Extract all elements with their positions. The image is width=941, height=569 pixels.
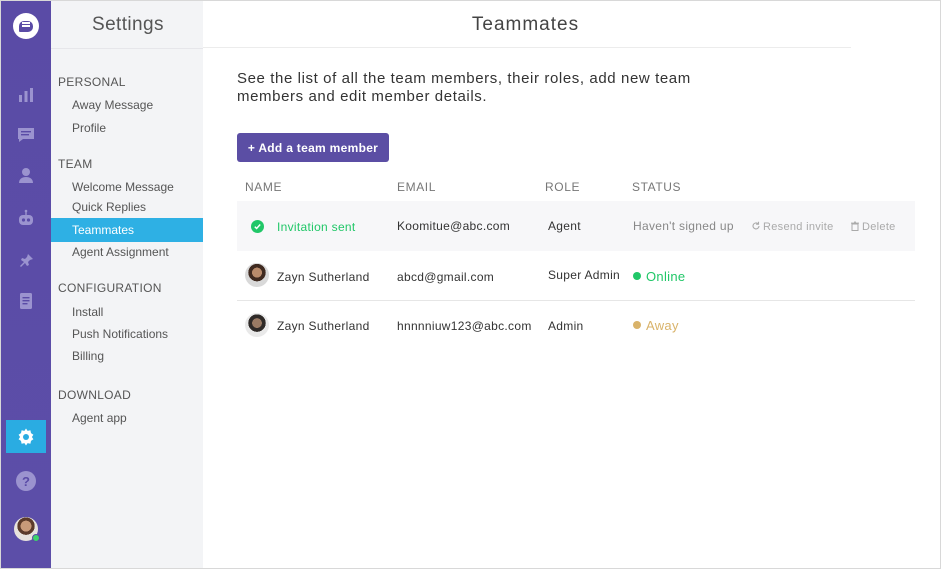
- main-content: Teammates See the list of all the team m…: [203, 1, 940, 568]
- table-row: Invitation sent Koomitue@abc.com Agent H…: [237, 201, 915, 251]
- bot-icon[interactable]: [16, 209, 36, 229]
- contacts-icon[interactable]: [16, 165, 36, 185]
- sidebar-item-agent-assignment[interactable]: Agent Assignment: [51, 241, 203, 263]
- refresh-icon: [752, 221, 760, 230]
- section-heading-configuration: CONFIGURATION: [58, 281, 162, 295]
- status-dot: [633, 272, 641, 280]
- sidebar-title: Settings: [92, 14, 164, 35]
- column-header-role: ROLE: [545, 180, 581, 194]
- user-avatar[interactable]: [14, 517, 40, 542]
- sidebar-item-billing[interactable]: Billing: [51, 345, 203, 367]
- member-name: Zayn Sutherland: [277, 270, 370, 284]
- member-email: abcd@gmail.com: [397, 270, 495, 284]
- icon-rail: ?: [1, 1, 51, 568]
- member-role: Admin: [548, 319, 584, 333]
- invitation-status: Invitation sent: [277, 220, 356, 234]
- member-role: Super Admin: [548, 268, 621, 282]
- member-status: Haven't signed up: [633, 219, 734, 233]
- page-description: See the list of all the team members, th…: [237, 70, 691, 105]
- conversations-icon[interactable]: [16, 125, 36, 145]
- member-role: Agent: [548, 219, 581, 233]
- settings-sidebar: Settings PERSONAL Away Message Profile T…: [51, 1, 203, 568]
- member-status: Away: [646, 318, 679, 333]
- column-header-status: STATUS: [632, 180, 682, 194]
- section-heading-personal: PERSONAL: [58, 75, 126, 89]
- sidebar-item-teammates[interactable]: Teammates: [51, 218, 203, 242]
- help-icon[interactable]: ?: [16, 471, 36, 491]
- section-heading-download: DOWNLOAD: [58, 388, 132, 402]
- add-team-member-button[interactable]: + Add a team member: [237, 133, 389, 162]
- resend-invite-label: Resend invite: [763, 221, 834, 233]
- sidebar-item-profile[interactable]: Profile: [51, 117, 203, 139]
- sidebar-item-install[interactable]: Install: [51, 301, 203, 323]
- column-header-name: NAME: [245, 180, 283, 194]
- app-window: ? Settings PERSONAL Away Message Profile…: [0, 0, 941, 569]
- online-indicator: [32, 534, 40, 542]
- resend-invite-link[interactable]: Resend invite: [751, 221, 834, 233]
- sidebar-item-push-notifications[interactable]: Push Notifications: [51, 323, 203, 345]
- integrations-icon[interactable]: [16, 251, 36, 271]
- section-heading-team: TEAM: [58, 157, 93, 171]
- member-email: hnnnniuw123@abc.com: [397, 319, 532, 333]
- delete-label: Delete: [862, 221, 896, 233]
- sidebar-item-agent-app[interactable]: Agent app: [51, 407, 203, 429]
- delete-link[interactable]: Delete: [850, 221, 896, 233]
- table-row[interactable]: Zayn Sutherland abcd@gmail.com Super Adm…: [237, 251, 915, 301]
- status-dot: [633, 321, 641, 329]
- sidebar-item-quick-replies[interactable]: Quick Replies: [51, 196, 203, 218]
- member-avatar: [245, 313, 269, 337]
- member-avatar: [245, 263, 269, 287]
- table-row[interactable]: Zayn Sutherland hnnnniuw123@abc.com Admi…: [237, 301, 915, 351]
- reports-icon[interactable]: [16, 85, 36, 105]
- logo-icon[interactable]: [13, 13, 39, 39]
- settings-icon[interactable]: [6, 420, 46, 453]
- member-status: Online: [646, 269, 686, 284]
- docs-icon[interactable]: [16, 291, 36, 311]
- sidebar-item-away-message[interactable]: Away Message: [51, 94, 203, 116]
- column-header-email: EMAIL: [397, 180, 437, 194]
- divider: [203, 47, 851, 48]
- member-email: Koomitue@abc.com: [397, 219, 511, 233]
- member-name: Zayn Sutherland: [277, 319, 370, 333]
- page-title: Teammates: [471, 14, 580, 35]
- check-circle-icon: [251, 220, 264, 233]
- sidebar-item-welcome-message[interactable]: Welcome Message: [51, 176, 203, 198]
- divider: [51, 48, 203, 49]
- trash-icon: [851, 221, 859, 231]
